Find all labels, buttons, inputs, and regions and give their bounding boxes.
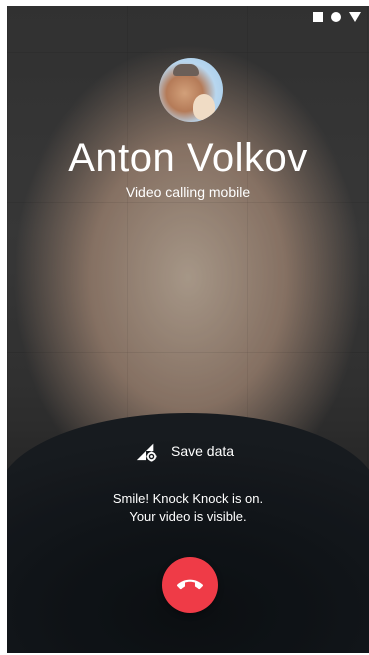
save-data-label: Save data (171, 443, 235, 459)
signal-gear-icon (136, 443, 157, 462)
circle-icon (331, 12, 341, 22)
square-icon (313, 12, 323, 22)
status-bar-icons (313, 12, 361, 22)
phone-hangup-icon (177, 579, 203, 590)
caller-avatar (159, 58, 223, 122)
end-call-button[interactable] (162, 557, 218, 613)
avatar-hat (173, 64, 199, 76)
avatar-child (193, 94, 215, 120)
knock-knock-notice: Smile! Knock Knock is on. Your video is … (7, 490, 369, 526)
call-screen: Anton Volkov Video calling mobile Save d… (7, 6, 369, 653)
caller-subtitle: Video calling mobile (125, 184, 251, 200)
triangle-down-icon (349, 12, 361, 22)
caller-name: Anton Volkov (68, 136, 308, 180)
save-data-toggle[interactable]: Save data (135, 440, 234, 462)
notice-line-1: Smile! Knock Knock is on. (112, 491, 264, 506)
notice-line-2: Your video is visible. (129, 509, 247, 524)
